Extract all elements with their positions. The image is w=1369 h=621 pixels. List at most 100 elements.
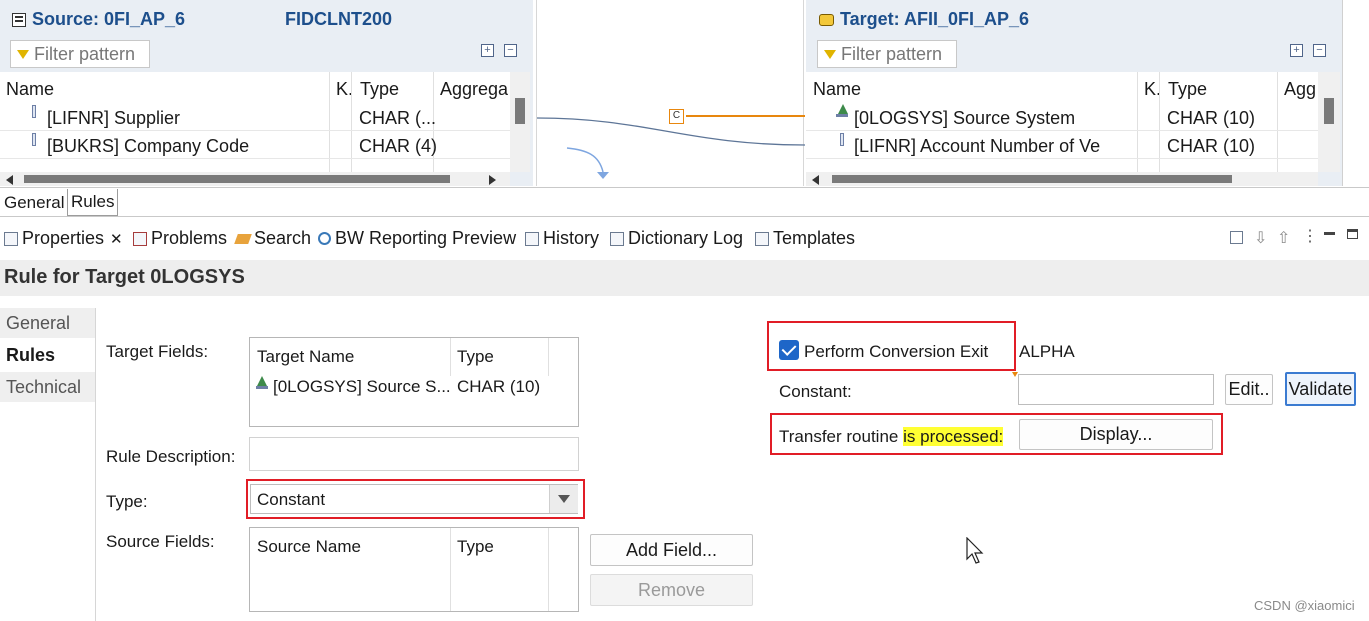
table-row[interactable]: [BUKRS] Company Code CHAR (4) [0,132,510,158]
source-filter-input[interactable]: Filter pattern [10,40,150,68]
system-field-icon [256,376,268,390]
page-title: Rule for Target 0LOGSYS [4,266,245,288]
source-filter-placeholder: Filter pattern [34,43,136,64]
tab-dictionary-log[interactable]: Dictionary Log [610,228,743,249]
validate-button[interactable]: Validate [1285,372,1356,406]
target-horizontal-scrollbar[interactable] [806,172,1318,186]
infoprovider-icon [819,13,834,26]
filter-icon [17,49,29,59]
close-icon[interactable]: ✕ [110,230,123,248]
target-filter-input[interactable]: Filter pattern [817,40,957,68]
target-fields-table: Target Name Type [0LOGSYS] Source S... C… [249,337,579,427]
rule-description-label: Rule Description: [106,447,236,466]
datasource-icon [12,12,26,27]
table-row[interactable]: [0LOGSYS] Source System CHAR (10) [806,104,1318,130]
target-col-type[interactable]: Type [1168,79,1207,100]
minimize-icon[interactable] [1324,232,1335,235]
editor-tab-strip [0,187,1369,217]
maximize-icon[interactable] [1347,229,1358,239]
source-expand-all-icon[interactable]: + [481,44,494,57]
target-collapse-all-icon[interactable]: − [1313,44,1326,57]
source-col-name[interactable]: Name [6,79,54,100]
source-vertical-scrollbar[interactable] [510,72,530,172]
editor-tab-general[interactable]: General [4,193,64,213]
source-fields-table: Source Name Type [249,527,579,612]
source-row-type: CHAR (... [359,108,437,128]
annotation-conversion-exit-box [767,321,1016,371]
source-fields-col-type[interactable]: Type [457,537,494,557]
dictionary-log-icon [610,231,624,246]
target-col-aggregation[interactable]: Agg [1284,79,1316,100]
transfer-routine-label: Transfer routine is processed: [779,427,1004,447]
tab-history[interactable]: History [525,228,599,249]
scroll-left-icon[interactable] [6,175,13,185]
side-tab-general[interactable]: General [0,308,95,338]
tab-templates[interactable]: Templates [755,228,855,249]
table-row[interactable]: [LIFNR] Supplier CHAR (... [0,104,510,130]
arrow-up-icon[interactable]: ⇧ [1277,228,1290,248]
table-row[interactable]: [LIFNR] Account Number of Ve CHAR (10) [806,132,1318,158]
problems-icon [133,231,147,246]
add-field-button[interactable]: Add Field... [590,534,753,566]
source-title: Source: 0FI_AP_6 [32,9,186,29]
editor-right-border [1342,0,1369,186]
target-vertical-scrollbar[interactable] [1318,72,1340,172]
target-row-name: [0LOGSYS] Source System [854,108,1076,128]
transfer-routine-text: Transfer routine [779,427,899,446]
mapping-arrow [566,147,604,173]
side-tab-technical[interactable]: Technical [0,372,95,402]
transfer-routine-status: is processed: [903,427,1004,446]
watermark: CSDN @xiaomici [1254,598,1355,613]
rule-constant-marker[interactable]: C [669,109,684,124]
source-horizontal-scrollbar[interactable] [0,172,510,186]
source-fields-label: Source Fields: [106,532,215,551]
scroll-left-icon[interactable] [812,175,819,185]
target-row-name: [LIFNR] Account Number of Ve [854,136,1101,156]
target-fields-label: Target Fields: [106,342,209,361]
mouse-cursor-icon [966,536,984,570]
target-header: Target: AFII_0FI_AP_6 [819,9,1029,30]
constant-input[interactable] [1018,374,1214,405]
editor-tab-rules[interactable]: Rules [67,189,119,216]
rule-description-input[interactable] [249,437,579,471]
filter-icon [824,49,836,59]
target-filter-placeholder: Filter pattern [841,43,943,64]
target-fields-col-type[interactable]: Type [457,347,494,367]
source-col-aggregation[interactable]: Aggrega [440,79,508,100]
source-system: FIDCLNT200 [285,9,393,29]
view-menu-icon[interactable]: ⋮ [1302,226,1318,246]
system-field-icon [836,104,848,118]
source-collapse-all-icon[interactable]: − [504,44,517,57]
display-button[interactable]: Display... [1019,419,1213,450]
remove-button[interactable]: Remove [590,574,753,606]
pin-view-icon[interactable] [1230,231,1243,244]
properties-icon [4,231,18,246]
reporting-preview-icon [318,232,331,245]
arrow-down-icon[interactable]: ⇩ [1254,228,1267,248]
target-row-type: CHAR (10) [1167,108,1256,128]
target-col-name[interactable]: Name [813,79,861,100]
target-field-type: CHAR (10) [457,377,541,396]
tab-properties[interactable]: Properties ✕ [4,228,123,249]
tab-problems[interactable]: Problems [133,228,227,249]
source-col-type[interactable]: Type [360,79,399,100]
edit-button[interactable]: Edit.. [1225,374,1273,405]
search-icon [234,233,252,244]
source-fields-col-name[interactable]: Source Name [257,537,361,557]
target-title: Target: AFII_0FI_AP_6 [840,9,1030,29]
constant-label: Constant: [779,382,852,401]
field-icon [32,105,36,118]
history-icon [525,231,539,246]
scroll-right-icon[interactable] [489,175,496,185]
table-row[interactable]: [0LOGSYS] Source S... CHAR (10) [250,374,578,400]
tab-search[interactable]: Search [234,228,311,249]
side-tab-rules[interactable]: Rules [0,340,95,370]
target-expand-all-icon[interactable]: + [1290,44,1303,57]
source-header: Source: 0FI_AP_6 [12,9,185,30]
field-icon [32,133,36,146]
target-row-type: CHAR (10) [1167,136,1256,156]
target-fields-col-name[interactable]: Target Name [257,347,354,367]
conversion-exit-value: ALPHA [1019,342,1075,361]
tab-bw-reporting-preview[interactable]: BW Reporting Preview [318,228,516,249]
source-row-type: CHAR (4) [359,136,438,156]
